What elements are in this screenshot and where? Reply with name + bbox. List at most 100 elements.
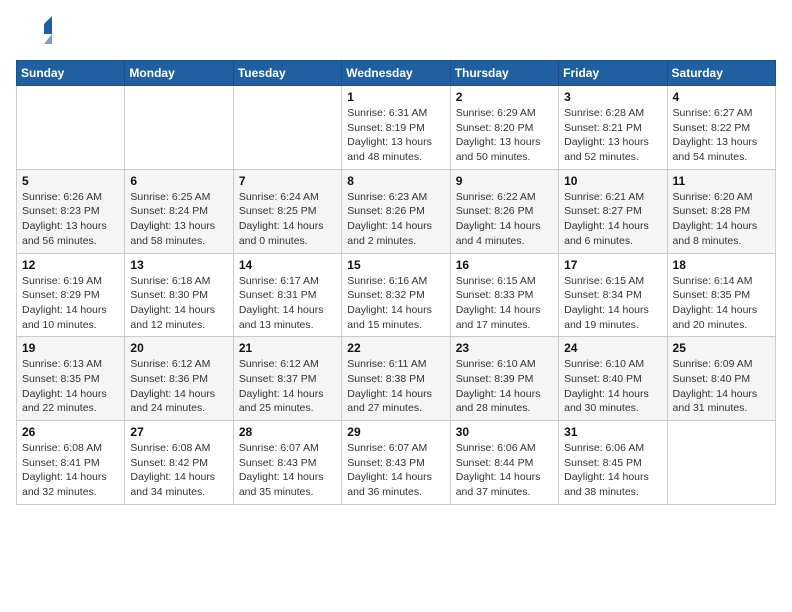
day-info: Sunrise: 6:06 AM Sunset: 8:45 PM Dayligh… [564, 441, 661, 500]
day-number: 17 [564, 258, 661, 272]
calendar-day-cell: 27 Sunrise: 6:08 AM Sunset: 8:42 PM Dayli… [125, 421, 233, 505]
day-info: Sunrise: 6:28 AM Sunset: 8:21 PM Dayligh… [564, 106, 661, 165]
weekday-header: Saturday [667, 61, 775, 86]
day-info: Sunrise: 6:17 AM Sunset: 8:31 PM Dayligh… [239, 274, 336, 333]
day-info: Sunrise: 6:22 AM Sunset: 8:26 PM Dayligh… [456, 190, 553, 249]
calendar-table: SundayMondayTuesdayWednesdayThursdayFrid… [16, 60, 776, 505]
day-info: Sunrise: 6:31 AM Sunset: 8:19 PM Dayligh… [347, 106, 444, 165]
day-info: Sunrise: 6:25 AM Sunset: 8:24 PM Dayligh… [130, 190, 227, 249]
day-number: 8 [347, 174, 444, 188]
calendar-day-cell: 30 Sunrise: 6:06 AM Sunset: 8:44 PM Dayli… [450, 421, 558, 505]
calendar-day-cell: 25Sunrise: 6:09 AM Sunset: 8:40 PM Dayli… [667, 337, 775, 421]
calendar-day-cell: 3 Sunrise: 6:28 AM Sunset: 8:21 PM Daylig… [559, 86, 667, 170]
calendar-day-cell: 24 Sunrise: 6:10 AM Sunset: 8:40 PM Dayli… [559, 337, 667, 421]
weekday-header: Monday [125, 61, 233, 86]
calendar-day-cell: 12 Sunrise: 6:19 AM Sunset: 8:29 PM Dayli… [17, 253, 125, 337]
calendar-day-cell: 19 Sunrise: 6:13 AM Sunset: 8:35 PM Dayli… [17, 337, 125, 421]
calendar-day-cell: 7 Sunrise: 6:24 AM Sunset: 8:25 PM Daylig… [233, 169, 341, 253]
day-number: 15 [347, 258, 444, 272]
day-number: 28 [239, 425, 336, 439]
day-number: 1 [347, 90, 444, 104]
day-number: 31 [564, 425, 661, 439]
day-info: Sunrise: 6:16 AM Sunset: 8:32 PM Dayligh… [347, 274, 444, 333]
day-info: Sunrise: 6:09 AM Sunset: 8:40 PM Dayligh… [673, 357, 770, 416]
day-number: 19 [22, 341, 119, 355]
calendar-day-cell: 10 Sunrise: 6:21 AM Sunset: 8:27 PM Dayli… [559, 169, 667, 253]
day-info: Sunrise: 6:15 AM Sunset: 8:33 PM Dayligh… [456, 274, 553, 333]
calendar-day-cell: 23Sunrise: 6:10 AM Sunset: 8:39 PM Dayli… [450, 337, 558, 421]
day-number: 3 [564, 90, 661, 104]
day-info: Sunrise: 6:07 AM Sunset: 8:43 PM Dayligh… [347, 441, 444, 500]
day-number: 21 [239, 341, 336, 355]
day-info: Sunrise: 6:13 AM Sunset: 8:35 PM Dayligh… [22, 357, 119, 416]
day-number: 4 [673, 90, 770, 104]
day-number: 11 [673, 174, 770, 188]
day-number: 27 [130, 425, 227, 439]
day-info: Sunrise: 6:26 AM Sunset: 8:23 PM Dayligh… [22, 190, 119, 249]
calendar-day-cell: 16Sunrise: 6:15 AM Sunset: 8:33 PM Dayli… [450, 253, 558, 337]
day-number: 9 [456, 174, 553, 188]
calendar-header: SundayMondayTuesdayWednesdayThursdayFrid… [17, 61, 776, 86]
day-info: Sunrise: 6:21 AM Sunset: 8:27 PM Dayligh… [564, 190, 661, 249]
calendar-day-cell [233, 86, 341, 170]
calendar-day-cell: 21 Sunrise: 6:12 AM Sunset: 8:37 PM Dayli… [233, 337, 341, 421]
day-number: 30 [456, 425, 553, 439]
day-info: Sunrise: 6:07 AM Sunset: 8:43 PM Dayligh… [239, 441, 336, 500]
day-number: 6 [130, 174, 227, 188]
calendar-day-cell: 15 Sunrise: 6:16 AM Sunset: 8:32 PM Dayli… [342, 253, 450, 337]
day-number: 23 [456, 341, 553, 355]
day-number: 14 [239, 258, 336, 272]
calendar-day-cell [667, 421, 775, 505]
weekday-header: Friday [559, 61, 667, 86]
calendar-day-cell: 22Sunrise: 6:11 AM Sunset: 8:38 PM Dayli… [342, 337, 450, 421]
calendar-day-cell: 28 Sunrise: 6:07 AM Sunset: 8:43 PM Dayli… [233, 421, 341, 505]
calendar-day-cell: 18Sunrise: 6:14 AM Sunset: 8:35 PM Dayli… [667, 253, 775, 337]
weekday-header: Sunday [17, 61, 125, 86]
calendar-day-cell: 17 Sunrise: 6:15 AM Sunset: 8:34 PM Dayli… [559, 253, 667, 337]
calendar-day-cell: 8 Sunrise: 6:23 AM Sunset: 8:26 PM Daylig… [342, 169, 450, 253]
calendar-day-cell: 9 Sunrise: 6:22 AM Sunset: 8:26 PM Daylig… [450, 169, 558, 253]
calendar-week-row: 1 Sunrise: 6:31 AM Sunset: 8:19 PM Daylig… [17, 86, 776, 170]
day-number: 24 [564, 341, 661, 355]
day-number: 26 [22, 425, 119, 439]
day-number: 5 [22, 174, 119, 188]
calendar-week-row: 19 Sunrise: 6:13 AM Sunset: 8:35 PM Dayli… [17, 337, 776, 421]
weekday-header: Tuesday [233, 61, 341, 86]
day-info: Sunrise: 6:19 AM Sunset: 8:29 PM Dayligh… [22, 274, 119, 333]
day-info: Sunrise: 6:24 AM Sunset: 8:25 PM Dayligh… [239, 190, 336, 249]
day-number: 10 [564, 174, 661, 188]
day-number: 12 [22, 258, 119, 272]
calendar-day-cell: 20Sunrise: 6:12 AM Sunset: 8:36 PM Dayli… [125, 337, 233, 421]
day-info: Sunrise: 6:12 AM Sunset: 8:37 PM Dayligh… [239, 357, 336, 416]
weekday-row: SundayMondayTuesdayWednesdayThursdayFrid… [17, 61, 776, 86]
day-info: Sunrise: 6:06 AM Sunset: 8:44 PM Dayligh… [456, 441, 553, 500]
calendar-day-cell: 31 Sunrise: 6:06 AM Sunset: 8:45 PM Dayli… [559, 421, 667, 505]
day-info: Sunrise: 6:10 AM Sunset: 8:40 PM Dayligh… [564, 357, 661, 416]
day-info: Sunrise: 6:12 AM Sunset: 8:36 PM Dayligh… [130, 357, 227, 416]
page-header [16, 16, 776, 52]
day-info: Sunrise: 6:27 AM Sunset: 8:22 PM Dayligh… [673, 106, 770, 165]
calendar-day-cell: 1 Sunrise: 6:31 AM Sunset: 8:19 PM Daylig… [342, 86, 450, 170]
day-number: 2 [456, 90, 553, 104]
day-number: 18 [673, 258, 770, 272]
calendar-day-cell [17, 86, 125, 170]
calendar-week-row: 5 Sunrise: 6:26 AM Sunset: 8:23 PM Daylig… [17, 169, 776, 253]
day-info: Sunrise: 6:29 AM Sunset: 8:20 PM Dayligh… [456, 106, 553, 165]
calendar-day-cell: 5 Sunrise: 6:26 AM Sunset: 8:23 PM Daylig… [17, 169, 125, 253]
calendar-day-cell: 13Sunrise: 6:18 AM Sunset: 8:30 PM Dayli… [125, 253, 233, 337]
calendar-day-cell: 11 Sunrise: 6:20 AM Sunset: 8:28 PM Dayli… [667, 169, 775, 253]
calendar-day-cell: 14 Sunrise: 6:17 AM Sunset: 8:31 PM Dayli… [233, 253, 341, 337]
day-info: Sunrise: 6:20 AM Sunset: 8:28 PM Dayligh… [673, 190, 770, 249]
logo-icon [16, 16, 52, 52]
calendar-day-cell: 2 Sunrise: 6:29 AM Sunset: 8:20 PM Daylig… [450, 86, 558, 170]
day-number: 29 [347, 425, 444, 439]
calendar-day-cell: 6 Sunrise: 6:25 AM Sunset: 8:24 PM Daylig… [125, 169, 233, 253]
day-info: Sunrise: 6:08 AM Sunset: 8:41 PM Dayligh… [22, 441, 119, 500]
day-info: Sunrise: 6:15 AM Sunset: 8:34 PM Dayligh… [564, 274, 661, 333]
day-info: Sunrise: 6:08 AM Sunset: 8:42 PM Dayligh… [130, 441, 227, 500]
day-number: 7 [239, 174, 336, 188]
day-info: Sunrise: 6:23 AM Sunset: 8:26 PM Dayligh… [347, 190, 444, 249]
day-info: Sunrise: 6:11 AM Sunset: 8:38 PM Dayligh… [347, 357, 444, 416]
logo [16, 16, 56, 52]
day-info: Sunrise: 6:18 AM Sunset: 8:30 PM Dayligh… [130, 274, 227, 333]
